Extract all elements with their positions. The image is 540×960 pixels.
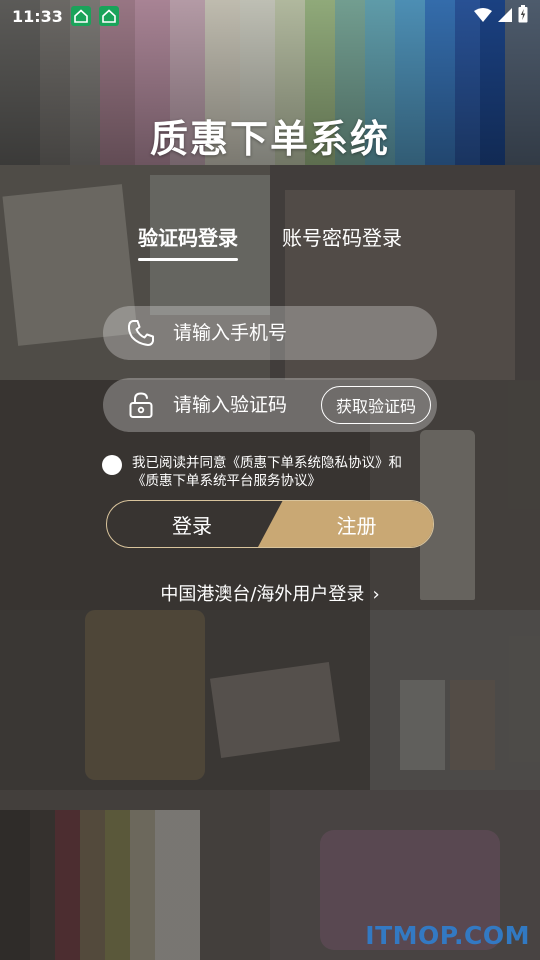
agreement-row: 我已阅读并同意《质惠下单系统隐私协议》和 《质惠下单系统平台服务协议》 (102, 454, 442, 490)
app-title: 质惠下单系统 (149, 117, 390, 161)
tab-password-login-label: 账号密码登录 (282, 226, 402, 250)
site-watermark: ITMOP.COM (365, 921, 530, 950)
status-bar: 11:33 (0, 0, 540, 32)
verification-code-input[interactable] (173, 394, 323, 416)
tab-password-login[interactable]: 账号密码登录 (282, 222, 402, 261)
agreement-text: 我已阅读并同意《质惠下单系统隐私协议》和 《质惠下单系统平台服务协议》 (132, 454, 402, 490)
phone-input[interactable] (173, 322, 323, 344)
status-time: 11:33 (12, 6, 63, 26)
tab-sms-login-label: 验证码登录 (138, 226, 238, 250)
agreement-radio[interactable] (102, 455, 122, 475)
battery-charging-icon (518, 5, 528, 27)
tab-sms-login[interactable]: 验证码登录 (138, 222, 238, 261)
chevron-right-icon: › (372, 584, 380, 605)
unlock-icon (125, 389, 157, 421)
phone-icon (125, 317, 157, 349)
get-code-button[interactable]: 获取验证码 (320, 386, 431, 424)
agreement-line-2[interactable]: 《质惠下单系统平台服务协议》 (132, 472, 402, 490)
overseas-login-label: 中国港澳台/海外用户登录 (160, 584, 365, 605)
active-tab-indicator (138, 258, 238, 261)
wifi-icon (474, 7, 492, 26)
auth-action-bar: 登录 注册 (106, 500, 434, 548)
overseas-login-link[interactable]: 中国港澳台/海外用户登录 › (0, 580, 540, 606)
app-notification-icon (70, 6, 91, 26)
status-indicators (474, 5, 528, 27)
login-button[interactable]: 登录 (107, 501, 287, 547)
login-tabs: 验证码登录 账号密码登录 (0, 222, 540, 270)
register-button[interactable]: 注册 (258, 501, 433, 547)
background-dim-overlay (0, 165, 540, 960)
cell-signal-icon (498, 7, 512, 26)
app-notification-icon (98, 6, 119, 26)
phone-field (103, 306, 437, 360)
agreement-line-1[interactable]: 我已阅读并同意《质惠下单系统隐私协议》和 (132, 455, 402, 471)
verification-code-field: 获取验证码 (103, 378, 437, 432)
